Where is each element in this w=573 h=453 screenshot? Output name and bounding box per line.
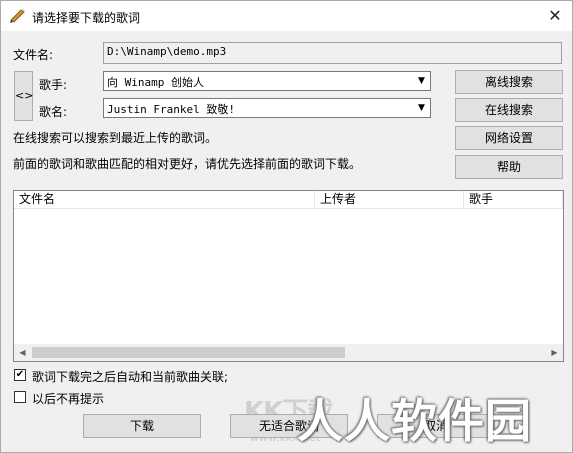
column-header-singer[interactable]: 歌手 [464, 191, 563, 209]
column-header-uploader[interactable]: 上传者 [315, 191, 464, 209]
auto-link-checkbox[interactable]: ✔ [14, 369, 26, 381]
horizontal-scrollbar[interactable]: ◀ ▶ [14, 344, 563, 361]
song-combo[interactable]: Justin Frankel 致敬! ▼ [103, 98, 431, 118]
help-button[interactable]: 帮助 [455, 155, 563, 179]
scroll-left-icon[interactable]: ◀ [14, 344, 31, 361]
lyrics-download-dialog: 请选择要下载的歌词 ✕ 文件名: D:\Winamp\demo.mp3 <> 歌… [0, 0, 573, 453]
info-text-priority: 前面的歌词和歌曲匹配的相对更好，请优先选择前面的歌词下载。 [13, 157, 362, 171]
singer-label: 歌手: [39, 78, 68, 92]
info-text-online: 在线搜索可以搜索到最近上传的歌词。 [13, 131, 218, 145]
no-prompt-label: 以后不再提示 [32, 392, 105, 406]
scroll-right-icon[interactable]: ▶ [546, 344, 563, 361]
auto-link-label: 歌词下载完之后自动和当前歌曲关联; [32, 370, 229, 384]
singer-combo[interactable]: 向 Winamp 创始人 ▼ [103, 71, 431, 91]
song-label: 歌名: [39, 105, 68, 119]
column-header-filename[interactable]: 文件名 [14, 191, 315, 209]
app-icon [10, 9, 25, 23]
offline-search-button[interactable]: 离线搜索 [455, 70, 563, 94]
list-header: 文件名 上传者 歌手 [14, 191, 563, 209]
close-button[interactable]: ✕ [544, 6, 566, 26]
download-button[interactable]: 下载 [83, 414, 201, 438]
scrollbar-thumb[interactable] [32, 347, 345, 358]
toggle-expand-button[interactable]: <> [14, 71, 33, 121]
window-title: 请选择要下载的歌词 [32, 11, 141, 25]
file-name-label: 文件名: [13, 48, 54, 62]
singer-value: 向 Winamp 创始人 [107, 76, 204, 89]
dropdown-arrow-icon[interactable]: ▼ [413, 99, 430, 117]
network-settings-button[interactable]: 网络设置 [455, 126, 563, 150]
file-path-field: D:\Winamp\demo.mp3 [103, 42, 562, 64]
online-search-button[interactable]: 在线搜索 [455, 98, 563, 122]
rrrj-watermark: 人人软件园 [297, 394, 532, 448]
lyrics-list[interactable]: 文件名 上传者 歌手 KK下载 www.kkx.net ◀ ▶ [13, 190, 564, 444]
dropdown-arrow-icon[interactable]: ▼ [413, 72, 430, 90]
no-prompt-checkbox[interactable] [14, 391, 26, 403]
song-value: Justin Frankel 致敬! [107, 103, 235, 116]
title-bar: 请选择要下载的歌词 ✕ [1, 1, 572, 31]
